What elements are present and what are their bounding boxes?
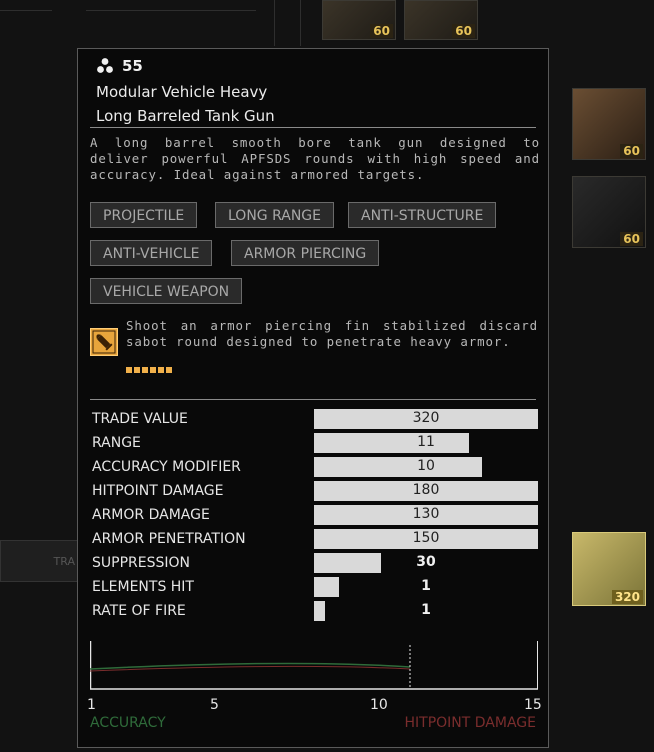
stat-value: 30 [416,554,436,570]
item-tooltip: 55 Modular Vehicle Heavy Long Barreled T… [77,48,549,748]
stat-label: RATE OF FIRE [92,603,186,619]
stat-row: SUPPRESSION 30 [92,553,538,573]
tag-vehicle-weapon: VEHICLE WEAPON [90,278,243,304]
bg-divider [86,10,256,11]
trade-tab-label: TRA [53,554,75,568]
inventory-tile[interactable]: 60 [572,88,646,160]
graph-tick-label: 15 [524,697,542,713]
stat-label: TRADE VALUE [92,411,188,427]
trade-tab[interactable]: TRA [0,540,80,582]
stat-track: 11 [314,433,538,453]
graph-tick-label: 5 [210,697,219,713]
item-name: Long Barreled Tank Gun [96,107,275,125]
stat-row: ARMOR PENETRATION 150 [92,529,538,549]
charge-pip [142,367,148,373]
stat-row: ARMOR DAMAGE 130 [92,505,538,525]
stat-label: ARMOR PENETRATION [92,531,246,547]
stat-row: RANGE 11 [92,433,538,453]
circles-triad-icon [96,57,114,75]
charge-pip [126,367,132,373]
stat-track: 150 [314,529,538,549]
inventory-tile[interactable]: 320 [572,532,646,606]
item-level: 55 [122,57,143,75]
tile-level: 60 [620,144,643,158]
stat-value: 180 [412,482,440,498]
stat-label: RANGE [92,435,141,451]
bg-divider [300,0,301,46]
stat-label: ARMOR DAMAGE [92,507,210,523]
inventory-tile[interactable]: 60 [572,176,646,248]
stat-track: 10 [314,457,538,477]
stat-track: 1 [314,601,538,621]
stat-value: 130 [412,506,440,522]
item-level-row: 55 [96,55,275,77]
ability-charges [126,367,172,373]
tank-shell-icon [90,328,118,356]
tag-armor-piercing: ARMOR PIERCING [231,240,380,266]
tag-projectile: PROJECTILE [90,202,198,228]
stat-label: ACCURACY MODIFIER [92,459,241,475]
legend-hitpoint-damage: HITPOINT DAMAGE [404,715,537,731]
stat-label: HITPOINT DAMAGE [92,483,224,499]
item-description: A long barrel smooth bore tank gun desig… [90,135,540,182]
inventory-tile[interactable]: 60 [322,0,396,40]
tag-anti-structure: ANTI-STRUCTURE [348,202,497,228]
stat-track: 130 [314,505,538,525]
stat-label: SUPPRESSION [92,555,190,571]
graph-tick-label: 10 [370,697,388,713]
stat-track: 30 [314,553,538,573]
stat-track: 320 [314,409,538,429]
stat-row: ELEMENTS HIT 1 [92,577,538,597]
bg-divider [0,10,52,11]
inventory-tile[interactable]: 60 [404,0,478,40]
graph-tick-label: 1 [87,697,96,713]
stat-value: 10 [417,458,435,474]
bg-divider [274,0,275,46]
item-category: Modular Vehicle Heavy [96,83,268,101]
stat-row: HITPOINT DAMAGE 180 [92,481,538,501]
stat-value: 11 [417,434,435,450]
stats-divider [90,399,536,400]
tile-level: 60 [620,232,643,246]
tile-level: 60 [452,24,475,38]
ability-description: Shoot an armor piercing fin stabilized d… [126,318,538,349]
charge-pip [166,367,172,373]
stat-track: 1 [314,577,538,597]
tag-long-range: LONG RANGE [215,202,334,228]
stat-value: 320 [412,410,440,426]
stat-row: ACCURACY MODIFIER 10 [92,457,538,477]
stat-row: RATE OF FIRE 1 [92,601,538,621]
legend-accuracy: ACCURACY [90,715,166,731]
charge-pip [134,367,140,373]
tile-level: 60 [370,24,393,38]
header-divider [90,127,536,128]
falloff-graph [90,641,538,690]
charge-pip [150,367,156,373]
graph-x-axis: 1 5 10 15 [87,697,542,715]
stat-value: 1 [421,602,431,618]
stat-value: 150 [412,530,440,546]
stat-label: ELEMENTS HIT [92,579,194,595]
item-header: 55 Modular Vehicle Heavy Long Barreled T… [96,55,275,125]
tag-anti-vehicle: ANTI-VEHICLE [90,240,213,266]
stat-track: 180 [314,481,538,501]
tile-level: 320 [611,590,643,604]
charge-pip [158,367,164,373]
stat-row: TRADE VALUE 320 [92,409,538,429]
stat-value: 1 [421,578,431,594]
